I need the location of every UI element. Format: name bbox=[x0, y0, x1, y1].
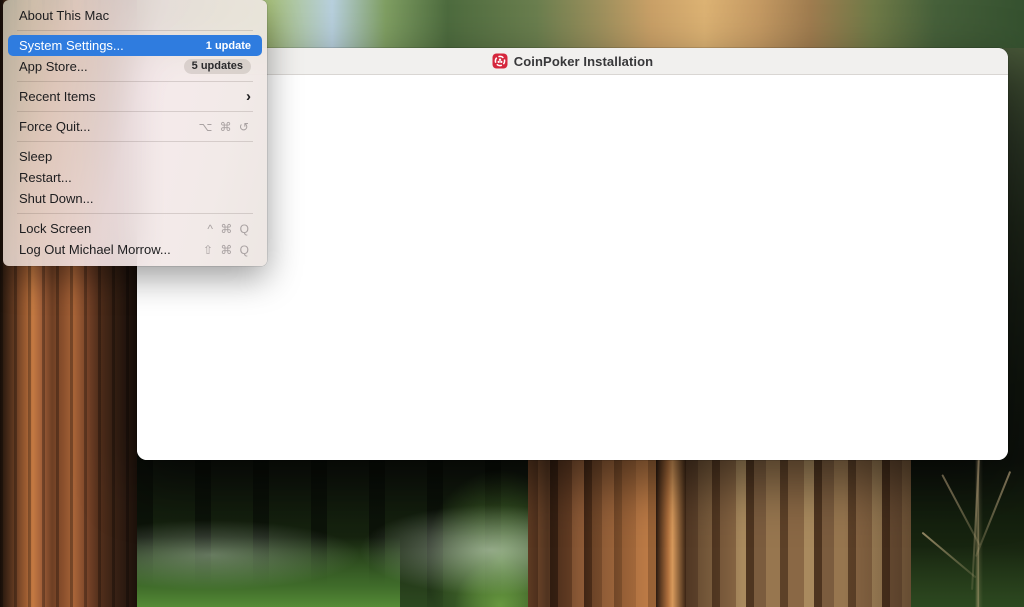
menu-item-label: About This Mac bbox=[19, 8, 251, 23]
keyboard-shortcut: ⇧ ⌘ Q bbox=[203, 243, 251, 257]
menu-item-label: System Settings... bbox=[19, 38, 206, 53]
menu-separator bbox=[17, 213, 253, 214]
menu-item-shut-down[interactable]: Shut Down... bbox=[8, 188, 262, 209]
window-titlebar[interactable]: CoinPoker Installation bbox=[137, 48, 1008, 75]
window-title: CoinPoker Installation bbox=[514, 54, 653, 69]
dead-branch bbox=[922, 532, 977, 579]
dead-branch bbox=[975, 471, 1011, 557]
coinpoker-installer-window[interactable]: CoinPoker Installation bbox=[137, 48, 1008, 460]
keyboard-shortcut: ^ ⌘ Q bbox=[207, 222, 251, 236]
updates-count-pill: 5 updates bbox=[184, 59, 251, 74]
installer-content bbox=[137, 75, 1008, 460]
menu-item-label: Force Quit... bbox=[19, 119, 198, 134]
menu-item-label: Log Out Michael Morrow... bbox=[19, 242, 203, 257]
menu-item-lock-screen[interactable]: Lock Screen ^ ⌘ Q bbox=[8, 218, 262, 239]
menu-item-force-quit[interactable]: Force Quit... ⌥ ⌘ ↺ bbox=[8, 116, 262, 137]
desktop: CoinPoker Installation About This Mac Sy… bbox=[0, 0, 1024, 607]
submenu-chevron-icon: › bbox=[246, 89, 251, 104]
menu-item-recent-items[interactable]: Recent Items › bbox=[8, 86, 262, 107]
menu-separator bbox=[17, 81, 253, 82]
menu-item-about-this-mac[interactable]: About This Mac bbox=[8, 5, 262, 26]
menu-separator bbox=[17, 30, 253, 31]
menu-item-app-store[interactable]: App Store... 5 updates bbox=[8, 56, 262, 77]
menu-item-label: Lock Screen bbox=[19, 221, 207, 236]
menu-separator bbox=[17, 141, 253, 142]
dead-branch bbox=[971, 440, 981, 590]
coinpoker-app-icon bbox=[492, 53, 508, 69]
apple-menu: About This Mac System Settings... 1 upda… bbox=[3, 0, 267, 266]
menu-item-log-out[interactable]: Log Out Michael Morrow... ⇧ ⌘ Q bbox=[8, 239, 262, 260]
menu-item-restart[interactable]: Restart... bbox=[8, 167, 262, 188]
menu-separator bbox=[17, 111, 253, 112]
keyboard-shortcut: ⌥ ⌘ ↺ bbox=[198, 120, 251, 134]
menu-item-system-settings[interactable]: System Settings... 1 update bbox=[8, 35, 262, 56]
menu-item-label: Sleep bbox=[19, 149, 251, 164]
menu-item-label: Recent Items bbox=[19, 89, 246, 104]
menu-item-label: Shut Down... bbox=[19, 191, 251, 206]
menu-item-label: Restart... bbox=[19, 170, 251, 185]
menu-item-label: App Store... bbox=[19, 59, 184, 74]
menu-item-sleep[interactable]: Sleep bbox=[8, 146, 262, 167]
update-count-badge: 1 update bbox=[206, 40, 251, 52]
